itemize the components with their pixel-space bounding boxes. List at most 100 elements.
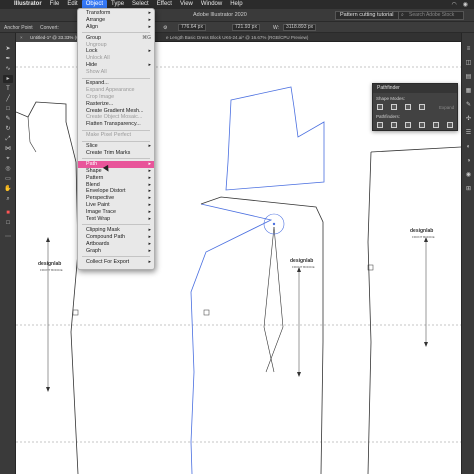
menu-item-pattern[interactable]: Pattern ▸: [78, 175, 154, 182]
symbols-icon[interactable]: ✣: [464, 115, 473, 124]
menu-item-create-trim-marks[interactable]: Create Trim Marks: [78, 150, 154, 157]
intersect-icon[interactable]: [405, 104, 411, 110]
scale-tool-icon[interactable]: ⤢: [3, 135, 13, 143]
menu-item-expand[interactable]: Expand...: [78, 80, 154, 87]
wifi-icon[interactable]: ◠: [452, 1, 457, 8]
menu-item-graph[interactable]: Graph ▸: [78, 248, 154, 255]
menu-item-arrange[interactable]: Arrange ▸: [78, 17, 154, 24]
stroke-icon[interactable]: ☰: [464, 129, 473, 138]
menu-item-image-trace[interactable]: Image Trace ▸: [78, 209, 154, 216]
menu-view[interactable]: View: [176, 0, 197, 9]
document-tab-2-label[interactable]: e Length Basic Dress Block UK6-24.ai* @ …: [166, 33, 308, 42]
outline-icon[interactable]: [433, 122, 439, 128]
menu-item-rasterize[interactable]: Rasterize...: [78, 101, 154, 108]
zoom-tool-icon[interactable]: ⌕: [3, 195, 13, 203]
edit-toolbar-icon[interactable]: ⋯: [3, 233, 13, 241]
unite-icon[interactable]: [377, 104, 383, 110]
pathfinder-title[interactable]: Pathfinder: [373, 84, 457, 93]
tools-panel: ➤ ✒ ∿ ▸ T ╱ □ ✎ ↻ ⤢ ⋈ ⌖ ◎ ▭ ✋ ⌕ ■ □ ⋯: [0, 33, 16, 474]
minus-back-icon[interactable]: [447, 122, 453, 128]
submenu-arrow-icon: ▸: [148, 62, 151, 69]
appearance-icon[interactable]: ◉: [464, 171, 473, 180]
menu-item-shape[interactable]: Shape ▸: [78, 168, 154, 175]
menu-item-transform[interactable]: Transform ▸: [78, 10, 154, 17]
x-field[interactable]: 776.64 px: [178, 24, 206, 31]
menu-item-hide[interactable]: Hide ▸: [78, 62, 154, 69]
properties-icon[interactable]: ≡: [464, 45, 473, 54]
menu-item-label: Text Wrap: [86, 216, 111, 223]
status-icon[interactable]: ◉: [463, 1, 468, 8]
stroke-color-icon[interactable]: □: [3, 219, 13, 227]
divide-icon[interactable]: [377, 122, 383, 128]
workspace-switcher[interactable]: Pattern cutting tutorial: [335, 11, 399, 20]
menu-item-group[interactable]: Group ⌘G: [78, 35, 154, 42]
menu-effect[interactable]: Effect: [153, 0, 176, 9]
menu-item-perspective[interactable]: Perspective ▸: [78, 195, 154, 202]
menu-item-lock[interactable]: Lock ▸: [78, 48, 154, 55]
eyedropper-tool-icon[interactable]: ⌖: [3, 155, 13, 163]
menu-item-label: Hide: [86, 62, 98, 69]
menu-item-label: Show All: [86, 69, 107, 76]
menu-item-slice[interactable]: Slice ▸: [78, 143, 154, 150]
w-field[interactable]: 3118.893 px: [283, 24, 317, 31]
menu-item-flatten-transparency[interactable]: Flatten Transparency...: [78, 121, 154, 128]
exclude-icon[interactable]: [419, 104, 425, 110]
settings-icon[interactable]: ⚙: [163, 25, 167, 31]
menu-item-artboards[interactable]: Artboards ▸: [78, 241, 154, 248]
menu-window[interactable]: Window: [197, 0, 226, 9]
menu-item-path[interactable]: Path ▸: [78, 160, 154, 168]
layers-icon[interactable]: ◫: [464, 59, 473, 68]
curvature-tool-icon[interactable]: ∿: [3, 65, 13, 73]
rectangle-tool-icon[interactable]: □: [3, 105, 13, 113]
menu-item-label: Compound Path: [86, 233, 125, 240]
brush-tool-icon[interactable]: ✎: [3, 115, 13, 123]
type-tool-icon[interactable]: T: [3, 85, 13, 93]
y-field[interactable]: 721.93 px: [232, 24, 260, 31]
swatches-icon[interactable]: ▦: [464, 87, 473, 96]
control-bar: Anchor Point Convert: ⚙ 776.64 px 721.93…: [0, 22, 474, 33]
pen-tool-icon[interactable]: ✒: [3, 55, 13, 63]
merge-icon[interactable]: [405, 122, 411, 128]
menu-item-envelope-distort[interactable]: Envelope Distort ▸: [78, 188, 154, 195]
stock-search-placeholder: Search Adobe Stock: [409, 12, 455, 18]
align-icon[interactable]: ⊞: [464, 185, 473, 194]
expand-button[interactable]: Expand: [439, 105, 454, 110]
stock-search-input[interactable]: ⌕ Search Adobe Stock: [398, 11, 464, 20]
width-tool-icon[interactable]: ⋈: [3, 145, 13, 153]
menu-item-compound-path[interactable]: Compound Path ▸: [78, 234, 154, 241]
menu-item-align[interactable]: Align ▸: [78, 24, 154, 31]
pattern-caption-left: FRONT BODICE: [40, 268, 63, 272]
transparency-icon[interactable]: ◑: [464, 157, 473, 166]
gradient-icon[interactable]: ◐: [464, 143, 473, 152]
selection-tool-icon[interactable]: ➤: [3, 45, 13, 53]
submenu-arrow-icon: ▸: [148, 233, 151, 240]
menu-file[interactable]: File: [46, 0, 64, 9]
hand-tool-icon[interactable]: ✋: [3, 185, 13, 193]
menu-item-live-paint[interactable]: Live Paint ▸: [78, 202, 154, 209]
blend-tool-icon[interactable]: ◎: [3, 165, 13, 173]
menu-separator: [82, 256, 150, 257]
menu-item-create-gradient-mesh[interactable]: Create Gradient Mesh...: [78, 108, 154, 115]
pathfinders-label: Pathfinders:: [376, 114, 401, 119]
menu-help[interactable]: Help: [226, 0, 246, 9]
close-icon[interactable]: ×: [20, 33, 23, 42]
menu-app[interactable]: Illustrator: [10, 0, 46, 9]
direct-selection-tool-icon[interactable]: ▸: [3, 75, 13, 83]
line-tool-icon[interactable]: ╱: [3, 95, 13, 103]
menu-item-label: Align: [86, 23, 98, 30]
crop-icon[interactable]: [419, 122, 425, 128]
menu-item-collect-for-export[interactable]: Collect For Export ▸: [78, 259, 154, 266]
libraries-icon[interactable]: ▤: [464, 73, 473, 82]
rotate-tool-icon[interactable]: ↻: [3, 125, 13, 133]
menu-item-clipping-mask[interactable]: Clipping Mask ▸: [78, 227, 154, 234]
minus-front-icon[interactable]: [391, 104, 397, 110]
menu-item-text-wrap[interactable]: Text Wrap ▸: [78, 216, 154, 223]
menu-item-blend[interactable]: Blend ▸: [78, 182, 154, 189]
menu-item-expand-appearance: Expand Appearance: [78, 87, 154, 94]
fill-color-icon[interactable]: ■: [3, 209, 13, 217]
trim-icon[interactable]: [391, 122, 397, 128]
artboard-tool-icon[interactable]: ▭: [3, 175, 13, 183]
menu-item-crop-image: Crop Image: [78, 94, 154, 101]
brushes-icon[interactable]: ✎: [464, 101, 473, 110]
submenu-arrow-icon: ▸: [148, 181, 151, 188]
